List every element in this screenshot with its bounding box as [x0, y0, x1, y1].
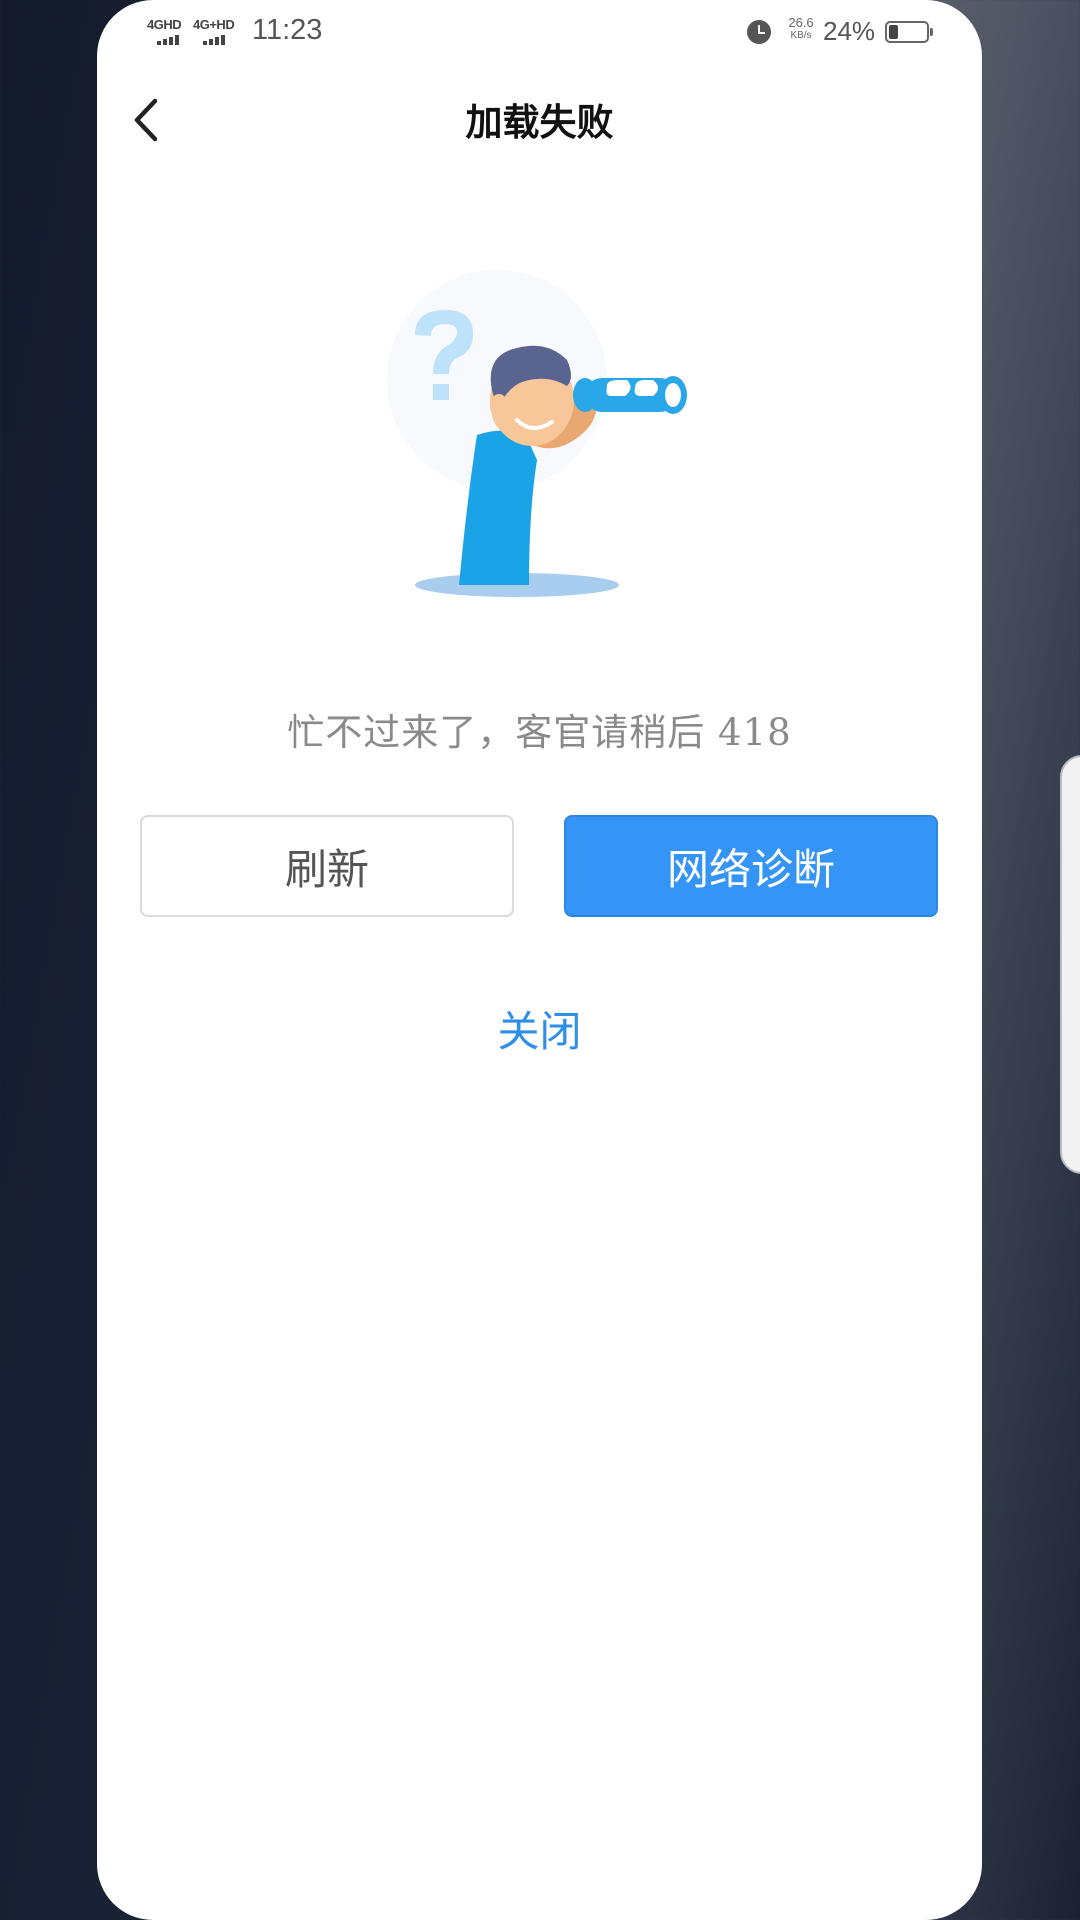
- net-speed-value: 26.6: [788, 15, 814, 30]
- battery-icon: [885, 21, 933, 43]
- network-diagnose-button[interactable]: 网络诊断: [564, 815, 938, 917]
- signal-2-label: 4G+HD: [193, 17, 235, 32]
- battery-level-fill: [889, 25, 898, 39]
- close-link[interactable]: 关闭: [97, 998, 982, 1059]
- refresh-button[interactable]: 刷新: [140, 815, 514, 917]
- net-speed-unit: KB/s: [790, 30, 812, 41]
- battery-percent: 24%: [823, 16, 876, 46]
- side-panel-handle[interactable]: [1060, 755, 1080, 1174]
- status-bar: 4GHD 4G+HD 11:23 26.6 KB/s 24%: [97, 0, 982, 64]
- signal-2-icon: 4G+HD: [193, 17, 235, 45]
- person-with-binoculars-question-icon: [387, 270, 687, 597]
- alarm-clock-icon: [747, 20, 771, 44]
- error-message: 忙不过来了，客官请稍后 418: [287, 711, 792, 754]
- net-speed: 26.6 KB/s: [781, 16, 821, 42]
- signal-1-icon: 4GHD: [147, 17, 182, 45]
- page-title: 加载失败: [465, 100, 614, 144]
- signal-1-label: 4GHD: [147, 17, 182, 32]
- phone-screen: 4GHD 4G+HD 11:23 26.6 KB/s 24% 加载失败 忙不过来…: [97, 0, 982, 1920]
- error-illustration: [367, 260, 707, 610]
- status-time: 11:23: [252, 14, 323, 46]
